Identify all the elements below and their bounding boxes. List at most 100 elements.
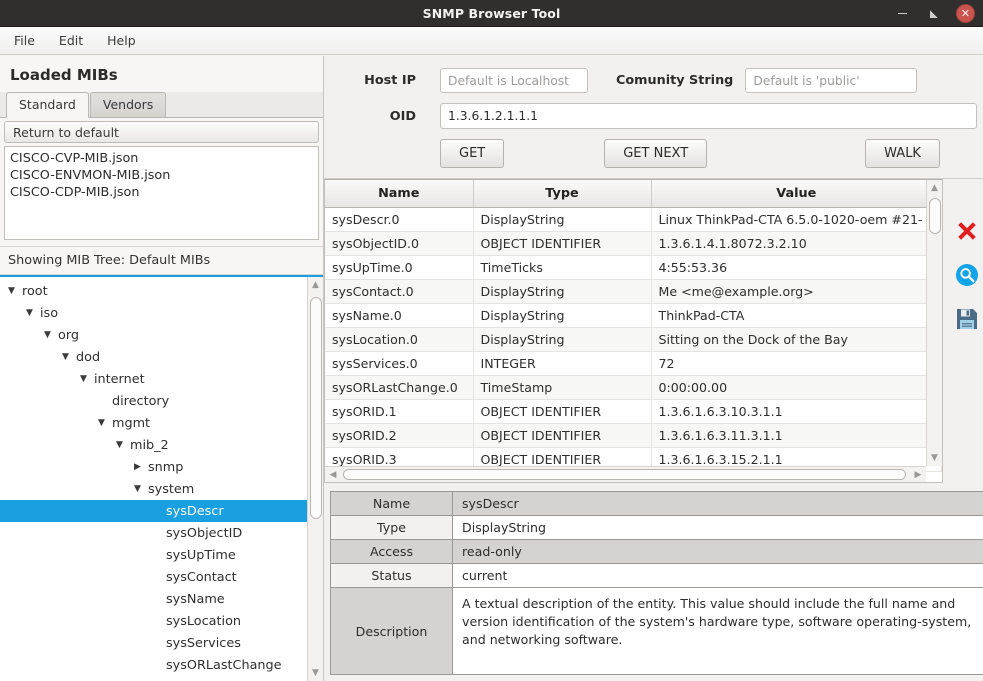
get-button[interactable]: GET [440,139,505,168]
return-to-default-button[interactable]: Return to default [4,121,319,143]
mib-tree-node-sysUpTime[interactable]: sysUpTime [0,544,323,566]
mib-tree-node-sysName[interactable]: sysName [0,588,323,610]
mib-tree-node-sysServices[interactable]: sysServices [0,632,323,654]
mib-tree-scroll-track[interactable] [308,293,324,665]
walk-button[interactable]: WALK [865,139,940,168]
clear-icon[interactable] [953,217,981,245]
maximize-button[interactable] [925,5,942,22]
table-row[interactable]: sysUpTime.0 TimeTicks 4:55:53.36 [325,255,942,280]
results-hscroll-thumb[interactable] [343,468,906,480]
chevron-down-icon[interactable]: ▼ [116,440,130,450]
mib-tree-node-directory[interactable]: directory [0,390,323,412]
mib-file-item[interactable]: CISCO-ENVMON-MIB.json [10,167,313,184]
detail-label-status: Status [331,564,453,587]
results-header-row: Name Type Value [325,180,942,208]
mib-tree-scroll-thumb[interactable] [309,297,322,519]
search-icon[interactable] [953,261,981,289]
chevron-down-icon[interactable]: ▼ [80,374,94,384]
mib-tree-node-sysObjectID[interactable]: sysObjectID [0,522,323,544]
host-ip-input[interactable] [440,68,588,93]
mib-tree-node-iso[interactable]: ▼ iso [0,302,323,324]
menu-edit[interactable]: Edit [59,33,83,48]
menu-help[interactable]: Help [107,33,136,48]
oid-input[interactable] [440,103,977,129]
save-icon[interactable] [953,305,981,333]
mib-tree-node-label: org [58,327,79,343]
scroll-up-icon[interactable]: ▲ [927,180,943,196]
tab-vendors[interactable]: Vendors [89,92,167,117]
chevron-down-icon[interactable]: ▼ [98,418,112,428]
table-row[interactable]: sysLocation.0 DisplayString Sitting on the… [325,327,942,352]
chevron-down-icon[interactable]: ▼ [26,308,40,318]
mib-tree-node-label: mgmt [112,415,151,431]
scroll-left-icon[interactable]: ◀ [325,470,341,480]
table-row[interactable]: sysContact.0 DisplayString Me <me@example.… [325,279,942,304]
chevron-down-icon[interactable]: ▼ [44,330,58,340]
mib-tree-node-internet[interactable]: ▼ internet [0,368,323,390]
results-vertical-scrollbar[interactable]: ▲ ▼ [926,180,942,466]
scroll-right-icon[interactable]: ▶ [910,470,926,480]
tab-standard[interactable]: Standard [6,92,89,118]
get-next-button[interactable]: GET NEXT [604,139,708,168]
mib-tree-node-sysORTable[interactable]: ▶sysORTable [0,676,323,681]
menu-file[interactable]: File [14,33,35,48]
table-row[interactable]: sysORID.1 OBJECT IDENTIFIER 1.3.6.1.6.3.10… [325,399,942,424]
mib-tree-node-dod[interactable]: ▼ dod [0,346,323,368]
mib-file-item[interactable]: CISCO-CVP-MIB.json [10,150,313,167]
query-form: Host IP Comunity String OID GET GET NEXT… [324,56,983,179]
mib-tree-node-sysORLastChange[interactable]: sysORLastChange [0,654,323,676]
table-row[interactable]: sysServices.0 INTEGER 72 [325,351,942,376]
oid-row: OID [338,103,977,129]
loaded-mib-file-list[interactable]: CISCO-CVP-MIB.json CISCO-ENVMON-MIB.json C… [4,146,319,240]
results-cell-type: DisplayString [473,303,652,328]
results-scroll-track[interactable] [927,196,943,450]
mib-tree[interactable]: ▼ root ▼ iso ▼ org ▼ dod ▼ internet directory ▼ mgmt… [0,277,323,681]
detail-value-description: A textual description of the entity. Thi… [462,596,972,647]
community-string-label: Comunity String [616,73,734,88]
column-header-name[interactable]: Name [325,180,474,208]
mib-tree-node-label: system [148,481,195,497]
chevron-down-icon[interactable]: ▼ [8,286,22,296]
mib-tree-node-org[interactable]: ▼ org [0,324,323,346]
results-cell-type: OBJECT IDENTIFIER [473,231,652,256]
mib-tree-node-sysDescr[interactable]: sysDescr [0,500,323,522]
results-cell-value: ThinkPad-CTA [651,303,942,328]
mib-tree-node-system[interactable]: ▼ system [0,478,323,500]
mib-tree-node-label: sysName [166,591,225,607]
host-ip-label: Host IP [364,73,416,88]
results-scroll-thumb[interactable] [928,198,941,234]
results-body[interactable]: sysDescr.0 DisplayString Linux ThinkPad-CT… [325,207,942,472]
chevron-right-icon[interactable]: ▶ [134,462,148,472]
scroll-down-icon[interactable]: ▼ [927,450,943,466]
table-row[interactable]: sysORID.2 OBJECT IDENTIFIER 1.3.6.1.6.3.11… [325,423,942,448]
column-header-value[interactable]: Value [651,180,942,208]
mib-tree-node-sysLocation[interactable]: sysLocation [0,610,323,632]
mib-tree-node-snmp[interactable]: ▶ snmp [0,456,323,478]
community-string-input[interactable] [745,68,918,93]
results-horizontal-scrollbar[interactable]: ◀ ▶ [325,466,926,482]
table-row[interactable]: sysORLastChange.0 TimeStamp 0:00:00.00 [325,375,942,400]
mib-tree-node-label: snmp [148,459,184,475]
minimize-button[interactable] [894,5,911,22]
mib-tree-node-mib_2[interactable]: ▼ mib_2 [0,434,323,456]
mib-tree-scrollbar[interactable]: ▲ ▼ [307,277,323,681]
results-cell-name: sysORLastChange.0 [325,375,474,400]
chevron-down-icon[interactable]: ▼ [62,352,76,362]
results-cell-value: Linux ThinkPad-CTA 6.5.0-1020-oem #21- [651,207,942,232]
scroll-up-icon[interactable]: ▲ [308,277,324,293]
menubar: File Edit Help [0,27,983,55]
mib-tree-node-mgmt[interactable]: ▼ mgmt [0,412,323,434]
table-row[interactable]: sysName.0 DisplayString ThinkPad-CTA [325,303,942,328]
close-button[interactable]: ✕ [956,4,975,23]
table-row[interactable]: sysObjectID.0 OBJECT IDENTIFIER 1.3.6.1.4.… [325,231,942,256]
mib-tree-node-label: dod [76,349,101,365]
results-hscroll-track[interactable] [341,467,910,483]
chevron-down-icon[interactable]: ▼ [134,484,148,494]
scroll-down-icon[interactable]: ▼ [308,665,324,681]
column-header-type[interactable]: Type [473,180,652,208]
table-row[interactable]: sysDescr.0 DisplayString Linux ThinkPad-CT… [325,207,942,232]
mib-file-item[interactable]: CISCO-CDP-MIB.json [10,184,313,201]
mib-tree-node-root[interactable]: ▼ root [0,280,323,302]
detail-value-type: DisplayString [462,520,547,535]
mib-tree-node-sysContact[interactable]: sysContact [0,566,323,588]
